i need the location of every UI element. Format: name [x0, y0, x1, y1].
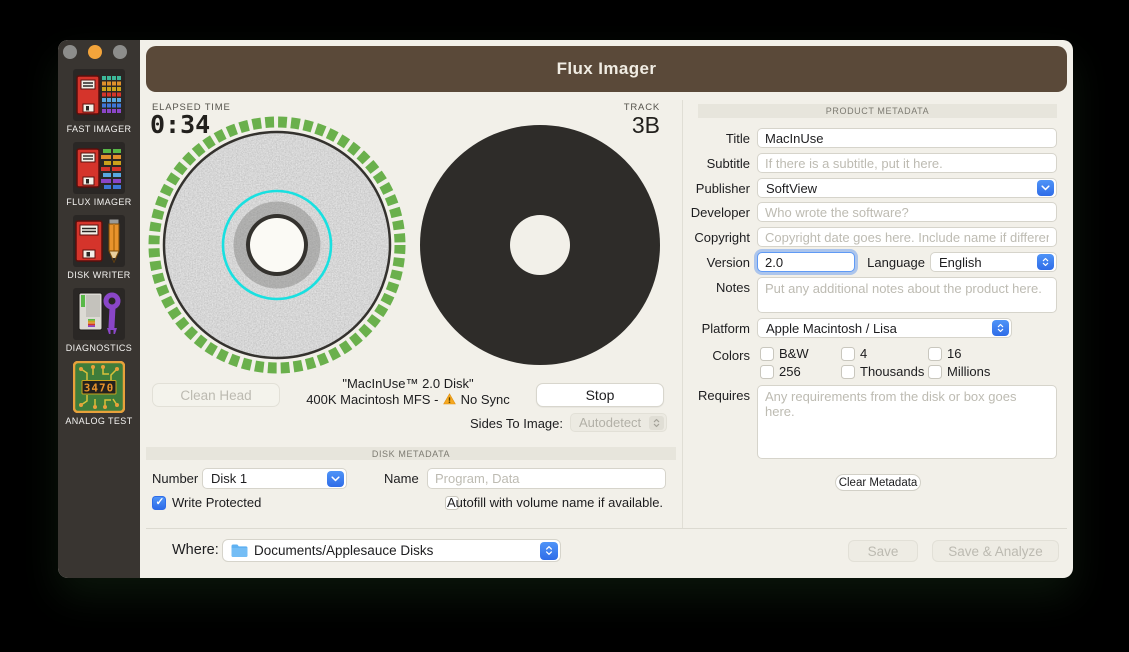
flux-imager-icon — [73, 142, 125, 194]
platform-select[interactable]: Apple Macintosh / Lisa — [757, 318, 1012, 338]
save-button[interactable]: Save — [848, 540, 918, 562]
subtitle-label: Subtitle — [598, 156, 750, 171]
bottom-divider — [146, 528, 1067, 529]
sidebar: FAST IMAGER — [58, 40, 140, 578]
analog-test-display-text: 3470 — [84, 382, 115, 395]
disk-format-line: 400K Macintosh MFS - No Sync — [286, 392, 530, 408]
disk-name-input[interactable] — [427, 468, 666, 489]
colors-256-checkbox[interactable] — [760, 365, 774, 379]
where-select[interactable]: Documents/Applesauce Disks — [222, 539, 561, 562]
sidebar-label: DISK WRITER — [58, 270, 140, 280]
flux-disk-visualization — [147, 115, 407, 375]
warning-icon — [443, 393, 456, 405]
autofill-label: Autofill with volume name if available. — [447, 495, 663, 510]
copyright-label: Copyright — [598, 230, 750, 245]
colors-option-label: B&W — [779, 346, 809, 361]
chevron-down-icon — [327, 471, 344, 487]
language-select[interactable]: English — [930, 252, 1057, 272]
disk-format: 400K Macintosh MFS - — [306, 392, 438, 407]
notes-textarea[interactable] — [757, 277, 1057, 313]
colors-option-label: Thousands — [860, 364, 924, 379]
write-protected-label: Write Protected — [172, 495, 261, 510]
disk-info: "MacInUse™ 2.0 Disk" 400K Macintosh MFS … — [286, 376, 530, 407]
sidebar-item-fast-imager[interactable]: FAST IMAGER — [58, 69, 140, 134]
developer-input[interactable] — [757, 202, 1057, 222]
sidebar-item-diagnostics[interactable]: DIAGNOSTICS — [58, 288, 140, 353]
fast-imager-icon — [73, 69, 125, 121]
sidebar-label: FLUX IMAGER — [58, 197, 140, 207]
clean-head-button[interactable]: Clean Head — [152, 383, 280, 407]
publisher-value: SoftView — [766, 181, 1037, 196]
sides-to-image-select[interactable]: Autodetect — [570, 413, 667, 432]
title-input[interactable] — [757, 128, 1057, 148]
copyright-input[interactable] — [757, 227, 1057, 247]
title-label: Title — [598, 131, 750, 146]
disk-number-label: Number — [152, 471, 198, 486]
publisher-label: Publisher — [598, 181, 750, 196]
sidebar-item-flux-imager[interactable]: FLUX IMAGER — [58, 142, 140, 207]
colors-option-label: 16 — [947, 346, 961, 361]
colors-4-checkbox[interactable] — [841, 347, 855, 361]
sides-to-image-value: Autodetect — [579, 415, 649, 430]
sidebar-label: FAST IMAGER — [58, 124, 140, 134]
disk-warning: No Sync — [461, 392, 510, 407]
colors-16-checkbox[interactable] — [928, 347, 942, 361]
disk-writer-icon — [73, 215, 125, 267]
publisher-select[interactable]: SoftView — [757, 178, 1057, 198]
requires-label: Requires — [598, 388, 750, 403]
stepper-icon — [540, 542, 558, 560]
stepper-icon — [992, 320, 1009, 336]
product-metadata-header: PRODUCT METADATA — [698, 104, 1057, 118]
version-label: Version — [598, 255, 750, 270]
language-label: Language — [818, 255, 925, 270]
language-value: English — [939, 255, 1037, 270]
disk-name-label: Name — [384, 471, 419, 486]
colors-millions-checkbox[interactable] — [928, 365, 942, 379]
sidebar-label: DIAGNOSTICS — [58, 343, 140, 353]
where-label: Where: — [172, 542, 219, 558]
sidebar-item-disk-writer[interactable]: DISK WRITER — [58, 215, 140, 280]
desktop: FAST IMAGER — [0, 0, 1129, 652]
colors-bw-checkbox[interactable] — [760, 347, 774, 361]
sidebar-label: ANALOG TEST — [58, 416, 140, 426]
app-header: Flux Imager — [146, 46, 1067, 92]
colors-options: B&W 4 16 256 Thousands Millions — [760, 346, 990, 379]
disk-title: "MacInUse™ 2.0 Disk" — [286, 376, 530, 392]
colors-option-label: 4 — [860, 346, 867, 361]
sidebar-item-analog-test[interactable]: 3470 ANALOG TEST — [58, 361, 140, 426]
chevron-down-icon — [1037, 180, 1054, 196]
window-zoom-button[interactable] — [113, 45, 127, 59]
subtitle-input[interactable] — [757, 153, 1057, 173]
analog-test-icon: 3470 — [73, 361, 125, 413]
write-protected-checkbox[interactable] — [152, 496, 166, 510]
page-title: Flux Imager — [557, 59, 657, 79]
folder-icon — [231, 544, 248, 557]
disk-number-value: Disk 1 — [211, 471, 327, 486]
platform-value: Apple Macintosh / Lisa — [766, 321, 992, 336]
notes-label: Notes — [598, 280, 750, 295]
window-minimize-button[interactable] — [88, 45, 102, 59]
stepper-icon — [649, 416, 664, 430]
sides-to-image-label: Sides To Image: — [388, 416, 563, 431]
clear-metadata-button[interactable]: Clear Metadata — [835, 474, 921, 491]
requires-textarea[interactable] — [757, 385, 1057, 459]
window-close-button[interactable] — [63, 45, 77, 59]
colors-option-label: 256 — [779, 364, 801, 379]
platform-label: Platform — [598, 321, 750, 336]
save-analyze-button[interactable]: Save & Analyze — [932, 540, 1059, 562]
disk-metadata-header: DISK METADATA — [146, 447, 676, 460]
colors-thousands-checkbox[interactable] — [841, 365, 855, 379]
stepper-icon — [1037, 254, 1054, 270]
developer-label: Developer — [598, 205, 750, 220]
app-window: FAST IMAGER — [58, 40, 1073, 578]
colors-option-label: Millions — [947, 364, 990, 379]
where-value: Documents/Applesauce Disks — [254, 543, 534, 558]
colors-label: Colors — [598, 348, 750, 363]
diagnostics-icon — [73, 288, 125, 340]
disk-number-select[interactable]: Disk 1 — [202, 468, 347, 489]
